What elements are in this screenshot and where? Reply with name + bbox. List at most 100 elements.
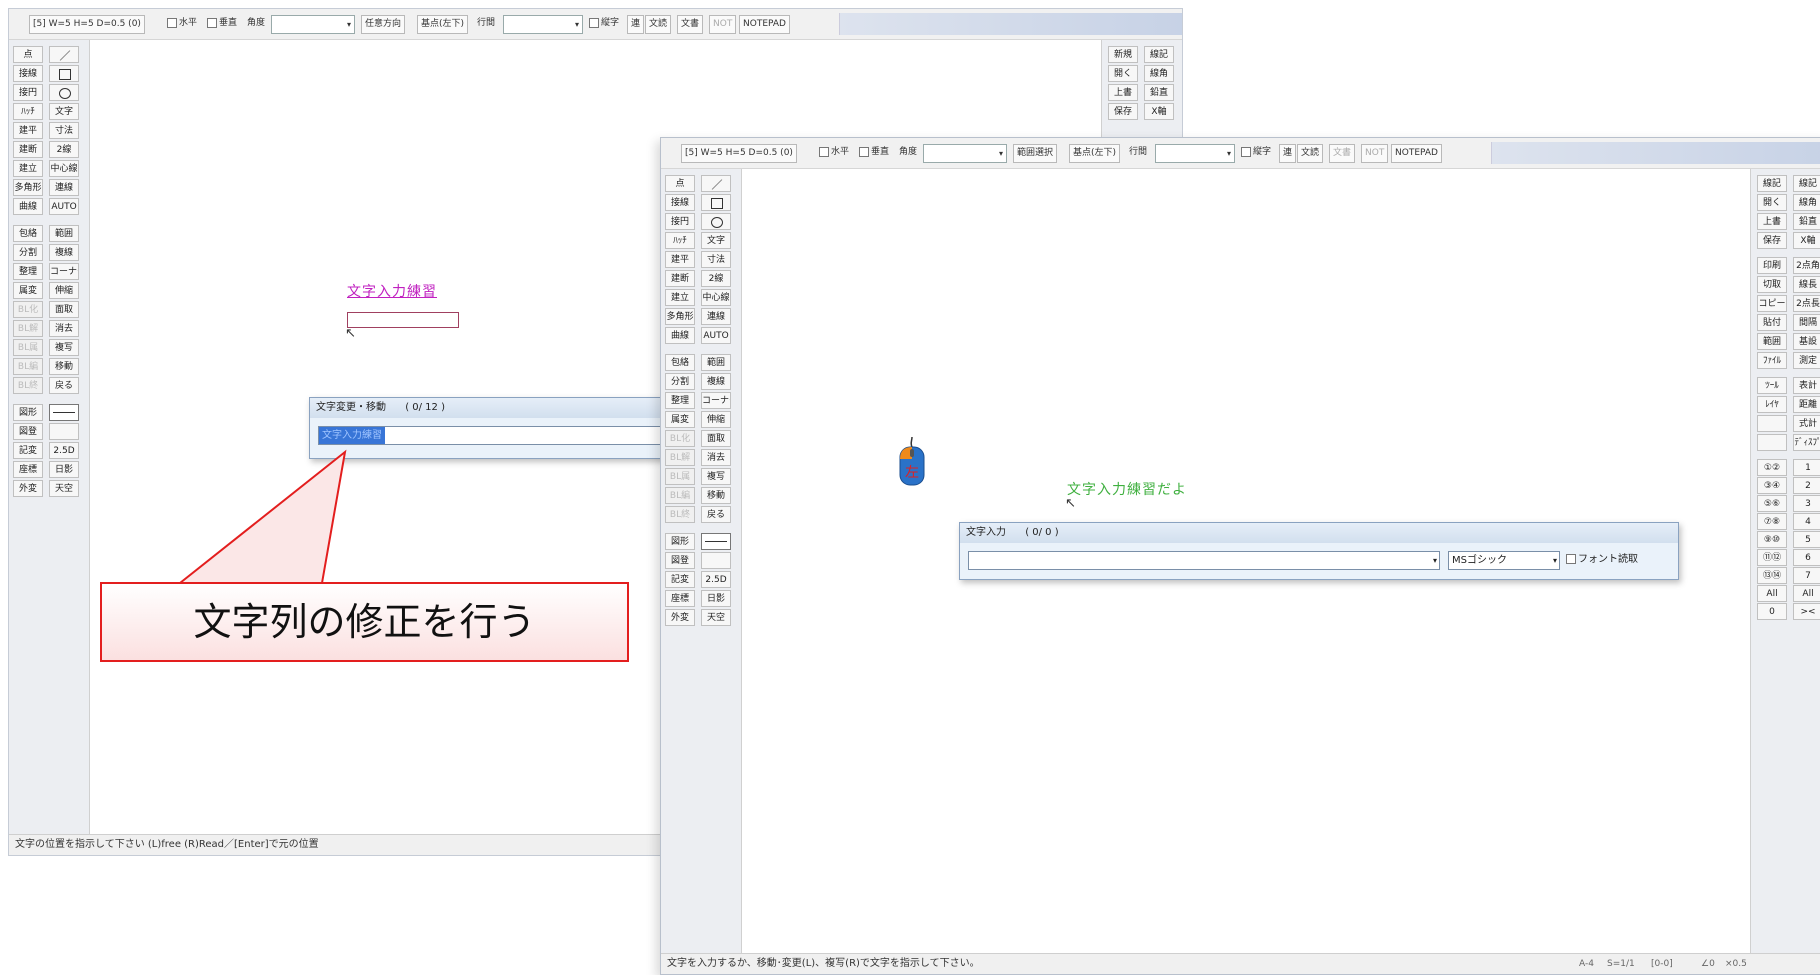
tool-button[interactable]: 属変 [13, 282, 43, 299]
angle-combo[interactable] [271, 15, 355, 34]
tool-button[interactable]: AUTO [49, 198, 79, 215]
tool-button[interactable]: 日影 [701, 590, 731, 607]
tool-button[interactable]: 接線 [13, 65, 43, 82]
tool-button[interactable]: 多角形 [665, 308, 695, 325]
tool-button[interactable]: BL属 [13, 339, 43, 356]
tool-button[interactable]: 建断 [665, 270, 695, 287]
any-direction-button[interactable]: 任意方向 [361, 15, 406, 34]
tool-button[interactable]: 消去 [701, 449, 731, 466]
tool-button[interactable]: 線長 [1793, 276, 1820, 293]
text-input[interactable]: ▾ [968, 551, 1440, 570]
tool-button[interactable] [701, 213, 731, 230]
base-point-button[interactable]: 基点(左下) [1069, 144, 1121, 163]
tool-button[interactable]: 表計 [1793, 377, 1820, 394]
tool-button[interactable]: コーナー [49, 263, 79, 280]
tool-button[interactable]: 外変 [665, 609, 695, 626]
tool-button[interactable]: 建断 [13, 141, 43, 158]
tool-button[interactable]: 新規 [1108, 46, 1138, 63]
tool-button[interactable]: 連線 [49, 179, 79, 196]
tool-button[interactable]: X軸 [1144, 103, 1174, 120]
angle-indicator[interactable]: ∠0 [1701, 954, 1715, 974]
tool-button[interactable] [49, 46, 79, 63]
tool-button[interactable]: 接円 [665, 213, 695, 230]
tool-button[interactable]: 図登 [13, 423, 43, 440]
dropdown-arrow-icon[interactable]: ▾ [1433, 552, 1437, 569]
layer-button[interactable]: 1 [1793, 459, 1820, 476]
tool-button[interactable]: 整理 [665, 392, 695, 409]
tool-button[interactable]: 日影 [49, 461, 79, 478]
zoom-indicator[interactable]: ×0.5 [1725, 954, 1747, 974]
tool-button[interactable] [49, 423, 79, 440]
range-select-button[interactable]: 範囲選択 [1013, 144, 1058, 163]
layer-group-button[interactable]: ⑤⑥ [1757, 495, 1787, 512]
tool-button[interactable]: 線記 [1757, 175, 1787, 192]
tool-button[interactable] [701, 533, 731, 550]
tool-button[interactable]: 記変 [13, 442, 43, 459]
tool-button[interactable]: ﾌｧｲﾙ [1757, 352, 1787, 369]
layer-button[interactable]: 4 [1793, 513, 1820, 530]
tool-button[interactable] [701, 194, 731, 211]
layer-info-button[interactable]: [5] W=5 H=5 D=0.5 (0) [681, 144, 797, 163]
tool-button[interactable]: 鉛直 [1144, 84, 1174, 101]
tool-button[interactable]: BL属 [665, 468, 695, 485]
tool-button[interactable] [701, 175, 731, 192]
tool-button[interactable]: 伸縮 [49, 282, 79, 299]
layer-button[interactable]: 2 [1793, 477, 1820, 494]
layer-button[interactable]: 7 [1793, 567, 1820, 584]
layer-button[interactable]: All [1793, 585, 1820, 602]
tool-button[interactable]: 2.5D [701, 571, 731, 588]
tool-button[interactable]: 座標 [665, 590, 695, 607]
tool-button[interactable]: 線角 [1144, 65, 1174, 82]
tool-button[interactable] [49, 65, 79, 82]
tool-button[interactable]: 図形 [665, 533, 695, 550]
line-spacing-combo[interactable] [503, 15, 583, 34]
angle-combo[interactable] [923, 144, 1007, 163]
tool-button[interactable] [701, 552, 731, 569]
tool-button[interactable]: ﾂｰﾙ [1757, 377, 1787, 394]
layer-group-button[interactable]: All [1757, 585, 1787, 602]
tool-button[interactable]: 連線 [701, 308, 731, 325]
tool-button[interactable]: 移動 [701, 487, 731, 504]
tool-button[interactable]: BL終 [665, 506, 695, 523]
tool-button[interactable]: 文字 [701, 232, 731, 249]
tool-button[interactable]: 外変 [13, 480, 43, 497]
tool-button[interactable]: 2線 [49, 141, 79, 158]
tool-button[interactable]: 複写 [701, 468, 731, 485]
tool-button[interactable]: 多角形 [13, 179, 43, 196]
tool-button[interactable]: 接円 [13, 84, 43, 101]
tool-button[interactable]: ﾃﾞｨｽﾌﾟ [1793, 434, 1820, 451]
tool-button[interactable]: 建平 [13, 122, 43, 139]
tool-button[interactable]: 曲線 [665, 327, 695, 344]
line-spacing-combo[interactable] [1155, 144, 1235, 163]
moji-read-button[interactable]: 文読 [645, 15, 672, 34]
tool-button[interactable]: 距離 [1793, 396, 1820, 413]
tool-button[interactable]: X軸 [1793, 232, 1820, 249]
tool-button[interactable]: BL編 [13, 358, 43, 375]
tool-button[interactable]: 整理 [13, 263, 43, 280]
tool-button[interactable]: AUTO [701, 327, 731, 344]
tool-button[interactable]: 複線 [49, 244, 79, 261]
not-button[interactable]: NOT [1361, 144, 1389, 163]
ren-button[interactable]: 連 [1279, 144, 1297, 163]
tool-button[interactable]: 範囲 [1757, 333, 1787, 350]
tool-button[interactable]: 戻る [49, 377, 79, 394]
tool-button[interactable]: 2線 [701, 270, 731, 287]
tool-button[interactable]: 分割 [665, 373, 695, 390]
tool-button[interactable]: 点 [665, 175, 695, 192]
tool-button[interactable]: 分割 [13, 244, 43, 261]
tool-button[interactable]: 消去 [49, 320, 79, 337]
tool-button[interactable]: 2点長 [1793, 295, 1820, 312]
tool-button[interactable]: 測定 [1793, 352, 1820, 369]
tool-button[interactable]: 開く [1757, 194, 1787, 211]
tool-button[interactable]: ﾊｯﾁ [665, 232, 695, 249]
tool-button[interactable]: 曲線 [13, 198, 43, 215]
tool-button[interactable]: ﾚｲﾔ [1757, 396, 1787, 413]
tool-button[interactable]: 2点角 [1793, 257, 1820, 274]
tool-button[interactable]: 開く [1108, 65, 1138, 82]
layer-group-button[interactable]: ①② [1757, 459, 1787, 476]
tool-button[interactable]: BL化 [13, 301, 43, 318]
vertical-checkbox[interactable]: 垂直 [207, 15, 237, 32]
tool-button[interactable]: 印刷 [1757, 257, 1787, 274]
tool-button[interactable]: BL解 [665, 449, 695, 466]
tool-button[interactable]: BL化 [665, 430, 695, 447]
